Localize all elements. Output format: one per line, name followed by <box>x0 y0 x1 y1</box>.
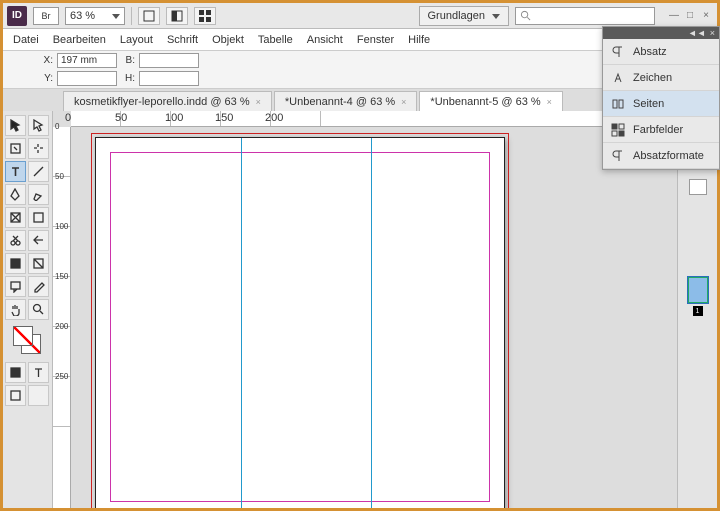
fill-stroke-swatch[interactable] <box>13 326 43 354</box>
page-number: 1 <box>693 306 703 316</box>
tab-1[interactable]: *Unbenannt-4 @ 63 %× <box>274 91 418 111</box>
gradient-feather-tool[interactable] <box>28 253 49 274</box>
close-button[interactable]: × <box>699 9 713 23</box>
zoom-tool[interactable] <box>28 299 49 320</box>
b-label: B: <box>123 55 135 66</box>
normal-view-button[interactable] <box>5 385 26 406</box>
apply-color-button[interactable] <box>5 362 26 383</box>
column-guide[interactable] <box>371 138 372 508</box>
menu-datei[interactable]: Datei <box>13 34 39 46</box>
pages-icon <box>611 97 625 111</box>
search-icon <box>520 10 531 21</box>
screen-mode-button[interactable] <box>166 7 188 25</box>
page-tool[interactable] <box>5 138 26 159</box>
rectangle-tool[interactable] <box>28 207 49 228</box>
type-tool[interactable] <box>5 161 26 182</box>
y-input[interactable] <box>57 71 117 86</box>
panel-flyout: ◄◄× Absatz Zeichen Seiten Farbfelder Abs… <box>602 26 720 170</box>
y-label: Y: <box>41 73 53 84</box>
toolbox <box>3 111 53 508</box>
canvas-area[interactable]: 0 50 100 150 200 0 50 100 150 200 250 <box>53 111 677 508</box>
arrange-button[interactable] <box>194 7 216 25</box>
view-options-button[interactable] <box>138 7 160 25</box>
gradient-swatch-tool[interactable] <box>5 253 26 274</box>
page[interactable] <box>95 137 505 508</box>
selection-tool[interactable] <box>5 115 26 136</box>
tab-2[interactable]: *Unbenannt-5 @ 63 %× <box>419 91 563 111</box>
scissors-tool[interactable] <box>5 230 26 251</box>
menu-ansicht[interactable]: Ansicht <box>307 34 343 46</box>
pages-panel-mini: 1 <box>678 277 718 316</box>
line-tool[interactable] <box>28 161 49 182</box>
panel-icon[interactable] <box>689 179 707 195</box>
h-input[interactable] <box>139 71 199 86</box>
close-icon[interactable]: × <box>547 97 552 107</box>
maximize-button[interactable]: □ <box>683 9 697 23</box>
page-thumb[interactable] <box>688 277 708 303</box>
menu-objekt[interactable]: Objekt <box>212 34 244 46</box>
menu-bearbeiten[interactable]: Bearbeiten <box>53 34 106 46</box>
bridge-button[interactable]: Br <box>33 7 59 25</box>
transform-tool[interactable] <box>28 230 49 251</box>
swatches-icon <box>611 123 625 137</box>
x-label: X: <box>41 55 53 66</box>
pen-tool[interactable] <box>5 184 26 205</box>
window-controls: — □ × <box>667 9 713 23</box>
note-tool[interactable] <box>5 276 26 297</box>
eyedropper-tool[interactable] <box>28 276 49 297</box>
vertical-ruler[interactable]: 0 50 100 150 200 250 <box>53 127 71 508</box>
gap-tool[interactable] <box>28 138 49 159</box>
panel-item-absatz[interactable]: Absatz <box>603 39 719 65</box>
bleed-guide <box>91 133 509 508</box>
paragraph-styles-icon <box>611 149 625 163</box>
menu-schrift[interactable]: Schrift <box>167 34 198 46</box>
margin-guide <box>110 152 490 502</box>
panel-item-zeichen[interactable]: Zeichen <box>603 65 719 91</box>
minimize-button[interactable]: — <box>667 9 681 23</box>
app-logo: ID <box>7 6 27 26</box>
horizontal-ruler[interactable]: 0 50 100 150 200 <box>71 111 677 127</box>
panel-flyout-header[interactable]: ◄◄× <box>603 27 719 39</box>
workspace-select[interactable]: Grundlagen <box>419 6 510 26</box>
character-icon <box>611 71 625 85</box>
x-input[interactable] <box>57 53 117 68</box>
close-icon[interactable]: × <box>256 97 261 107</box>
h-label: H: <box>123 73 135 84</box>
rectangle-frame-tool[interactable] <box>5 207 26 228</box>
menu-hilfe[interactable]: Hilfe <box>408 34 430 46</box>
paragraph-icon <box>611 45 625 59</box>
panel-item-seiten[interactable]: Seiten <box>603 91 719 117</box>
menu-layout[interactable]: Layout <box>120 34 153 46</box>
close-icon[interactable]: × <box>401 97 406 107</box>
column-guide[interactable] <box>241 138 242 508</box>
panel-item-absatzformate[interactable]: Absatzformate <box>603 143 719 169</box>
hand-tool[interactable] <box>5 299 26 320</box>
panel-dock: A 1 <box>677 111 717 508</box>
direct-selection-tool[interactable] <box>28 115 49 136</box>
menu-fenster[interactable]: Fenster <box>357 34 394 46</box>
menu-tabelle[interactable]: Tabelle <box>258 34 293 46</box>
pencil-tool[interactable] <box>28 184 49 205</box>
b-input[interactable] <box>139 53 199 68</box>
zoom-select[interactable]: 63 % <box>65 7 125 25</box>
search-input[interactable] <box>515 7 655 25</box>
preview-button[interactable] <box>28 385 49 406</box>
panel-item-farbfelder[interactable]: Farbfelder <box>603 117 719 143</box>
tab-0[interactable]: kosmetikflyer-leporello.indd @ 63 %× <box>63 91 272 111</box>
apply-gradient-button[interactable] <box>28 362 49 383</box>
